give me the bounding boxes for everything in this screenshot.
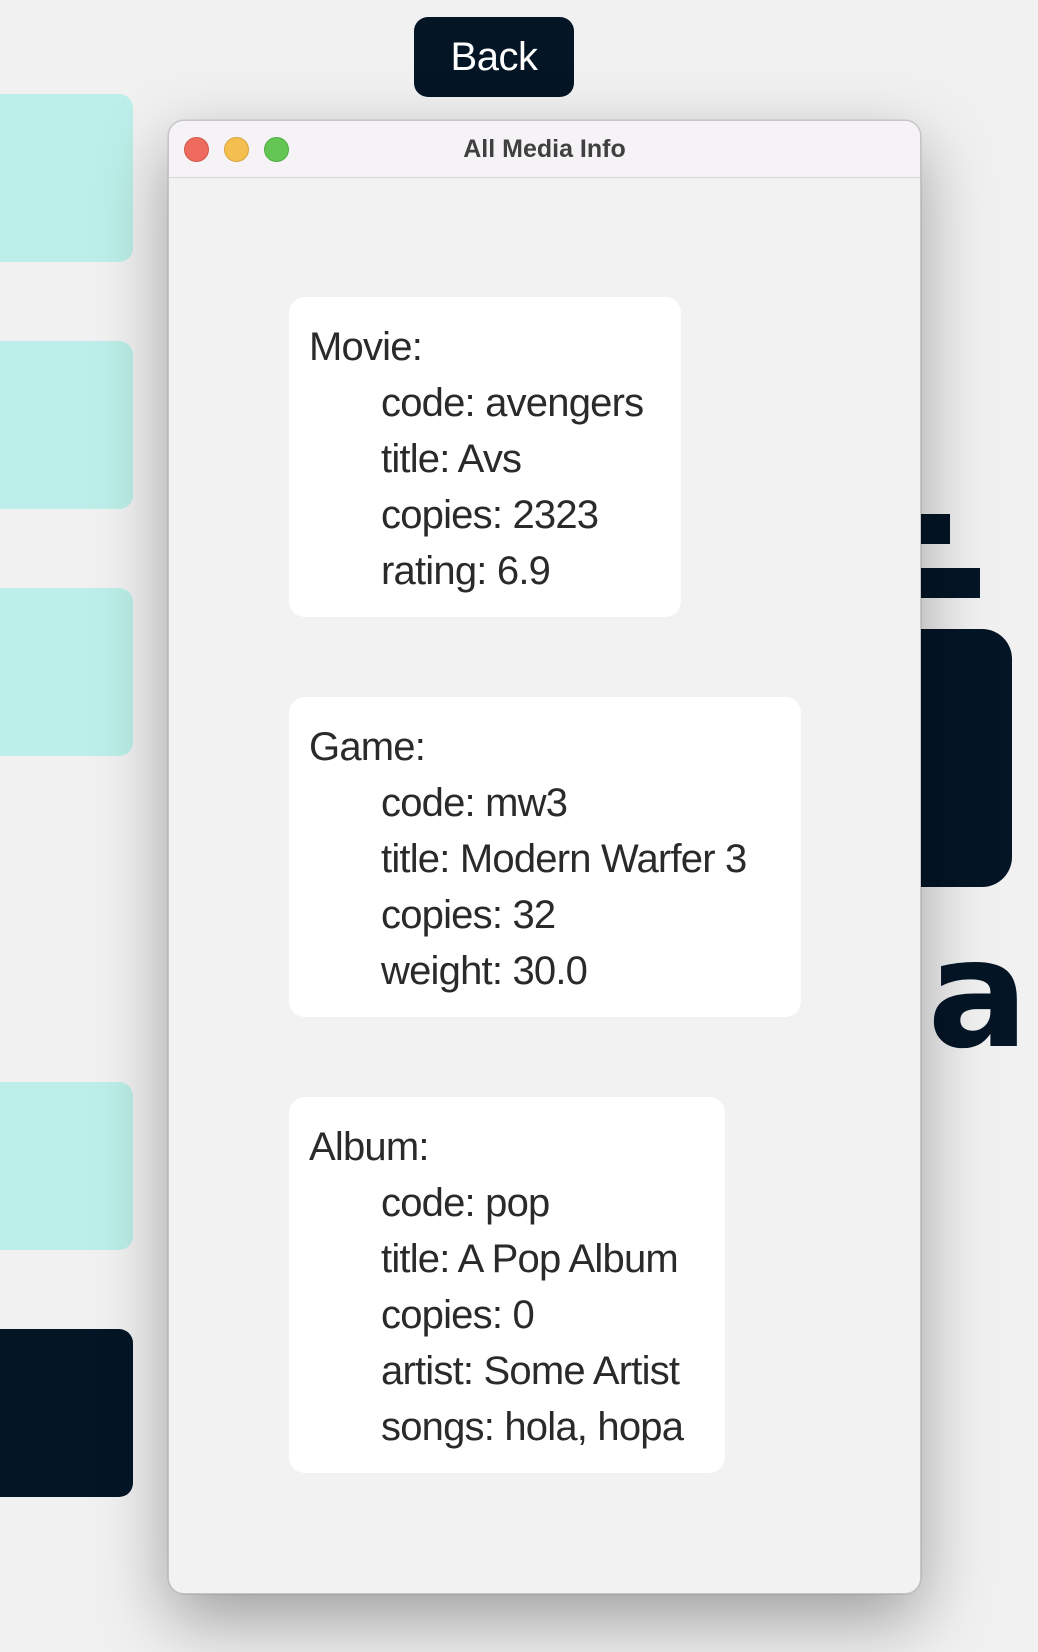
game-copies: copies: 32 <box>381 893 556 937</box>
background-tile <box>0 1082 133 1250</box>
background-tile <box>0 94 133 262</box>
card-heading: Album: <box>309 1125 430 1169</box>
card-heading: Game: <box>309 725 426 769</box>
movie-code: code: avengers <box>381 381 644 425</box>
back-button[interactable]: Back <box>414 17 574 97</box>
media-info-window: All Media Info Movie: code: avengers tit… <box>168 120 921 1594</box>
game-title: title: Modern Warfer 3 <box>381 837 747 881</box>
card-heading: Movie: <box>309 325 423 369</box>
background-tile <box>0 588 133 756</box>
album-code: code: pop <box>381 1181 550 1225</box>
window-title: All Media Info <box>463 135 626 163</box>
movie-rating: rating: 6.9 <box>381 549 551 593</box>
movie-info-card: Movie: code: avengers title: Avs copies:… <box>289 297 681 617</box>
game-weight: weight: 30.0 <box>381 949 588 993</box>
background-tile <box>0 341 133 509</box>
album-artist: artist: Some Artist <box>381 1349 680 1393</box>
album-info-card: Album: code: pop title: A Pop Album copi… <box>289 1097 725 1473</box>
game-code: code: mw3 <box>381 781 568 825</box>
album-songs: songs: hola, hopa <box>381 1405 684 1449</box>
album-copies: copies: 0 <box>381 1293 535 1337</box>
background-tile-dark <box>0 1329 133 1497</box>
album-title: title: A Pop Album <box>381 1237 679 1281</box>
game-info-card: Game: code: mw3 title: Modern Warfer 3 c… <box>289 697 801 1017</box>
window-titlebar[interactable]: All Media Info <box>169 121 920 178</box>
movie-title: title: Avs <box>381 437 522 481</box>
movie-copies: copies: 2323 <box>381 493 599 537</box>
